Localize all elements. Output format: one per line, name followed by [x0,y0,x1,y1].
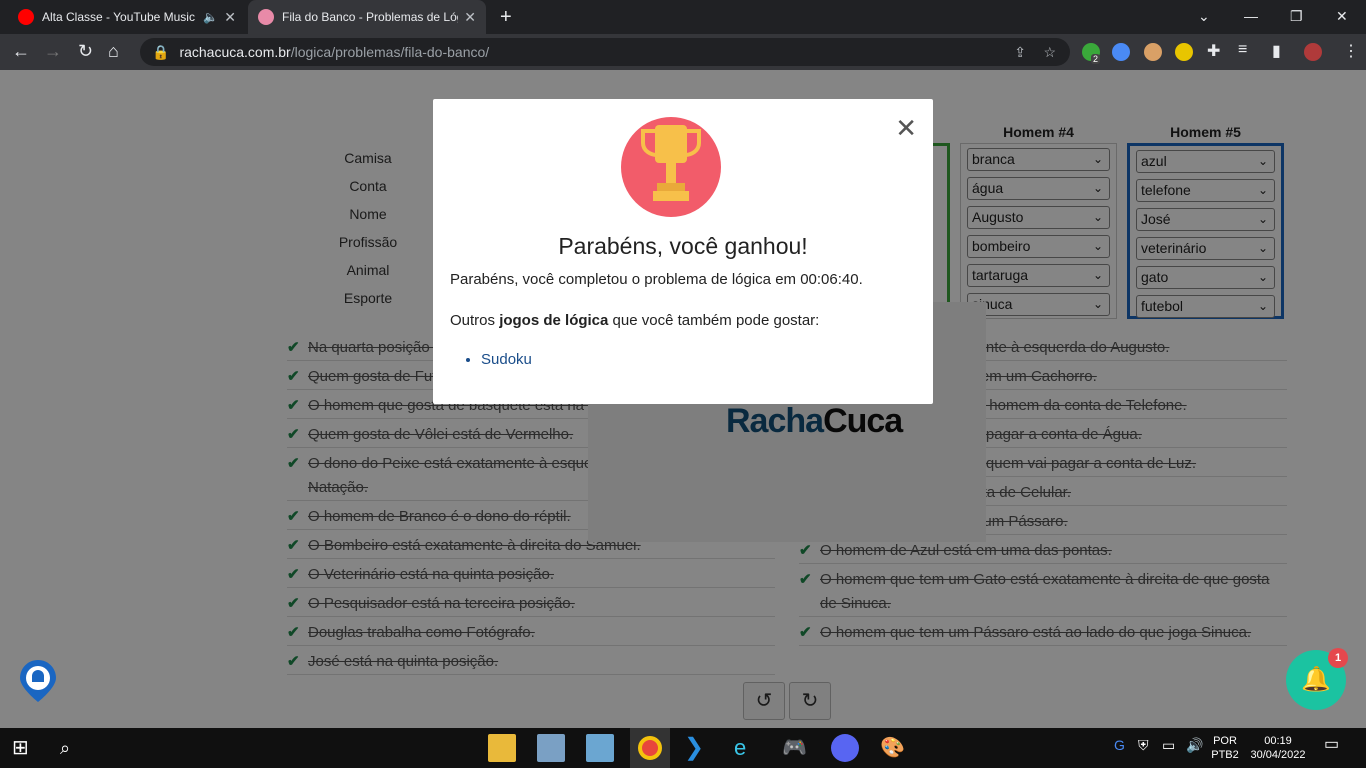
notifications-bell-button[interactable]: 🔔 1 [1286,648,1348,710]
other-bold: jogos de lógica [499,312,609,329]
sudoku-link[interactable]: Sudoku [481,351,532,368]
tab-search-icon[interactable]: ⌄ [1198,8,1210,25]
url-path: /logica/problemas/fila-do-banco/ [290,44,490,60]
trophy-icon [621,117,721,217]
chrome-taskbar-item[interactable] [630,728,670,768]
notification-badge: 1 [1328,648,1348,668]
minimize-icon[interactable]: — [1244,8,1258,24]
youtube-music-icon [18,9,34,25]
calculator-icon[interactable] [537,734,565,762]
url-host: rachacuca.com.br [179,44,291,60]
search-icon[interactable]: ⌕ [60,734,88,762]
other-suffix: que você também pode gostar: [608,312,820,329]
language-indicator[interactable]: POR PTB2 [1210,734,1240,762]
lang-bottom: PTB2 [1211,749,1239,761]
games-list: Sudoku [481,351,532,368]
windows-start-icon[interactable]: ⊞ [12,734,40,762]
google-drive-icon[interactable]: G [1114,738,1125,752]
other-games-text: Outros jogos de lógica que você também p… [450,312,819,329]
close-window-icon[interactable]: ✕ [1336,8,1348,25]
vscode-icon[interactable]: ❯ [684,734,712,762]
restore-icon[interactable]: ❐ [1290,8,1303,25]
menu-icon[interactable]: ⋮ [1343,41,1359,61]
security-icon[interactable]: ⛨ [1138,738,1149,752]
other-prefix: Outros [450,312,500,329]
lock-icon[interactable]: 🔒 [152,44,169,61]
media-queue-icon[interactable]: ≡ [1238,41,1247,59]
tab-fila-do-banco[interactable]: Fila do Banco - Problemas de Lógica ✕ [248,0,486,34]
close-icon[interactable]: ✕ [895,113,917,144]
new-tab-icon[interactable]: + [500,6,512,29]
reload-icon[interactable]: ↻ [78,41,93,62]
discord-icon[interactable] [831,734,859,762]
windows-taskbar: ⊞ ⌕ ❯ e 🎮 🎨 G ⛨ ▭ 🔊 POR PTB2 00:19 30/04/2… [0,728,1366,768]
share-icon[interactable]: ⇪ [1014,44,1026,61]
profile-avatar[interactable] [1304,43,1322,61]
extensions-puzzle-icon[interactable]: ✚ [1207,41,1220,61]
back-icon[interactable]: ← [12,41,30,62]
win-modal: ✕ Parabéns, você ganhou! Parabéns, você … [433,99,933,404]
bookmark-star-icon[interactable]: ☆ [1043,44,1056,61]
notification-center-icon[interactable]: ▭ [1324,737,1339,753]
brain-icon [258,9,274,25]
volume-icon[interactable]: 🔊 [1186,738,1203,752]
forward-icon[interactable]: → [44,41,62,62]
clock-time: 00:19 [1264,735,1292,747]
chrome-icon [638,736,662,760]
close-tab-icon[interactable]: ✕ [224,9,236,26]
edge-icon[interactable]: e [734,734,762,762]
file-explorer-icon[interactable] [488,734,516,762]
tab-youtube-music[interactable]: Alta Classe - YouTube Music 🔈 ✕ [8,0,246,34]
close-tab-icon[interactable]: ✕ [464,9,476,26]
extension-yellow-icon[interactable] [1175,43,1193,61]
address-bar[interactable]: 🔒 rachacuca.com.br /logica/problemas/fil… [140,38,1070,66]
bell-icon: 🔔 [1301,666,1331,693]
push-notification-bell-icon[interactable] [20,660,56,702]
extension-face-icon[interactable] [1144,43,1162,61]
gamepad-icon[interactable]: 🎮 [782,734,810,762]
network-icon[interactable]: ▭ [1162,738,1175,752]
side-panel-icon[interactable]: ▮ [1272,41,1281,61]
tab-title: Alta Classe - YouTube Music [42,10,195,24]
clock[interactable]: 00:19 30/04/2022 [1246,734,1310,762]
extension-google-icon[interactable] [1112,43,1130,61]
home-icon[interactable]: ⌂ [108,41,119,62]
browser-tab-bar: Alta Classe - YouTube Music 🔈 ✕ Fila do … [0,0,1366,34]
audio-icon[interactable]: 🔈 [203,10,218,24]
tab-title: Fila do Banco - Problemas de Lógica [282,10,458,24]
extension-badge: 2 [1091,54,1101,64]
lang-top: POR [1213,735,1237,747]
paint-icon[interactable]: 🎨 [880,734,908,762]
modal-title: Parabéns, você ganhou! [558,233,808,259]
browser-toolbar: ← → ↻ ⌂ 🔒 rachacuca.com.br /logica/probl… [0,34,1366,70]
notes-icon[interactable] [586,734,614,762]
page-content: Camisa Conta Nome Profissão Animal Espor… [0,70,1366,728]
clock-date: 30/04/2022 [1250,749,1306,761]
modal-message: Parabéns, você completou o problema de l… [450,271,863,288]
